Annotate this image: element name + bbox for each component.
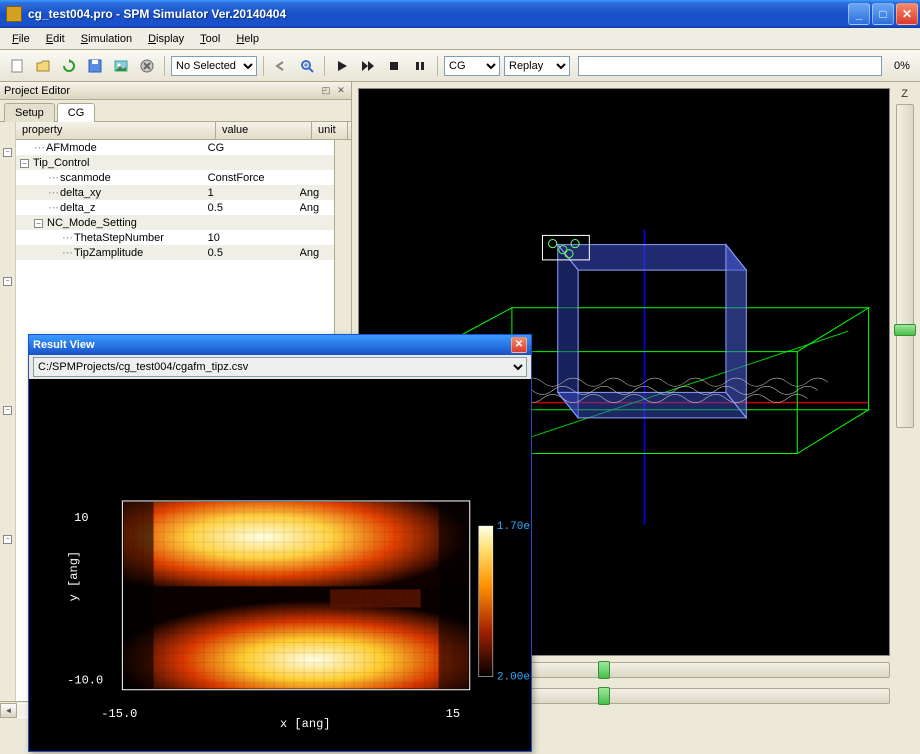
play-button[interactable] (331, 55, 353, 77)
image-button[interactable] (110, 55, 132, 77)
dock-float-button[interactable]: ◰ (320, 85, 332, 97)
property-value[interactable]: 10 (208, 232, 300, 244)
property-row[interactable]: ⋯scanmodeConstForce (16, 170, 334, 185)
scroll-left-button[interactable]: ◄ (0, 703, 17, 718)
progress-percent: 0% (890, 60, 914, 72)
plot-ytick-bot: -10.0 (67, 673, 103, 687)
col-value[interactable]: value (216, 122, 312, 139)
result-path-dropdown[interactable]: C:/SPMProjects/cg_test004/cgafm_tipz.csv (33, 357, 527, 377)
property-name: delta_z (60, 202, 95, 214)
tree-collapse-3[interactable]: − (3, 406, 12, 415)
property-row[interactable]: −Tip_Control (16, 155, 334, 170)
dock-header: Project Editor ◰ ✕ (0, 82, 351, 100)
property-unit: Ang (300, 187, 334, 199)
mode-dropdown[interactable]: Replay (504, 56, 570, 76)
app-icon (6, 6, 22, 22)
menu-simulation[interactable]: Simulation (73, 30, 140, 48)
property-value[interactable]: 0.5 (208, 247, 300, 259)
property-row[interactable]: ⋯TipZamplitude0.5Ang (16, 245, 334, 260)
stop-button[interactable] (383, 55, 405, 77)
dock-title: Project Editor (4, 85, 317, 97)
cbar-max: 1.70e+0 (497, 521, 531, 533)
tab-cg[interactable]: CG (57, 103, 96, 122)
result-close-button[interactable]: ✕ (511, 337, 527, 353)
property-name: Tip_Control (33, 157, 89, 169)
selection-dropdown[interactable]: No Selected (171, 56, 257, 76)
tree-collapse-4[interactable]: − (3, 535, 12, 544)
fast-forward-button[interactable] (357, 55, 379, 77)
property-value[interactable]: CG (208, 142, 300, 154)
zoom-in-button[interactable] (296, 55, 318, 77)
col-unit[interactable]: unit (312, 122, 348, 139)
property-value[interactable]: 1 (208, 187, 300, 199)
plot-ytick-top: 10 (74, 511, 88, 525)
property-name: ThetaStepNumber (74, 232, 164, 244)
property-row[interactable]: ⋯AFMmodeCG (16, 140, 334, 155)
z-axis-label: Z (901, 88, 908, 100)
tree-toggle[interactable]: − (20, 159, 29, 168)
plot-ylabel: y [ang] (67, 550, 81, 601)
minimize-button[interactable]: _ (848, 3, 870, 25)
property-name: scanmode (60, 172, 111, 184)
property-row[interactable]: ⋯delta_z0.5Ang (16, 200, 334, 215)
z-slider[interactable] (896, 104, 914, 428)
cancel-button[interactable] (136, 55, 158, 77)
titlebar: cg_test004.pro - SPM Simulator Ver.20140… (0, 0, 920, 28)
property-row[interactable]: ⋯delta_xy1Ang (16, 185, 334, 200)
tree-collapse-2[interactable]: − (3, 277, 12, 286)
tree-toggle[interactable]: − (34, 219, 43, 228)
engine-dropdown[interactable]: CG (444, 56, 500, 76)
property-name: delta_xy (60, 187, 101, 199)
undo-zoom-button[interactable] (270, 55, 292, 77)
menu-tool[interactable]: Tool (192, 30, 228, 48)
property-unit: Ang (300, 247, 334, 259)
menu-file[interactable]: File (4, 30, 38, 48)
window-title: cg_test004.pro - SPM Simulator Ver.20140… (26, 7, 848, 21)
property-name: TipZamplitude (74, 247, 143, 259)
col-property[interactable]: property (16, 122, 216, 139)
menu-help[interactable]: Help (228, 30, 267, 48)
menu-edit[interactable]: Edit (38, 30, 73, 48)
pause-button[interactable] (409, 55, 431, 77)
result-view-window[interactable]: Result View ✕ C:/SPMProjects/cg_test004/… (28, 334, 532, 752)
result-title: Result View (33, 339, 511, 351)
cbar-min: 2.00e+0 (497, 671, 531, 683)
new-button[interactable] (6, 55, 28, 77)
tree-collapse-1[interactable]: − (3, 148, 12, 157)
plot-xtick-right: 15 (446, 706, 460, 720)
property-name: NC_Mode_Setting (47, 217, 137, 229)
reload-button[interactable] (58, 55, 80, 77)
menubar: File Edit Simulation Display Tool Help (0, 28, 920, 50)
tab-setup[interactable]: Setup (4, 103, 55, 122)
property-value[interactable]: 0.5 (208, 202, 300, 214)
result-plot[interactable]: 10 -10.0 y [ang] -15.0 15 x [ang] (29, 379, 531, 751)
maximize-button[interactable]: □ (872, 3, 894, 25)
close-button[interactable]: ✕ (896, 3, 918, 25)
tree-gutter: − − − − (0, 122, 16, 701)
property-unit: Ang (300, 202, 334, 214)
dock-tabs: Setup CG (0, 100, 351, 122)
toolbar: No Selected CG Replay 0% (0, 50, 920, 82)
save-button[interactable] (84, 55, 106, 77)
dock-close-button[interactable]: ✕ (335, 85, 347, 97)
property-row[interactable]: ⋯ThetaStepNumber10 (16, 230, 334, 245)
progress-bar (578, 56, 882, 76)
open-button[interactable] (32, 55, 54, 77)
plot-xtick-left: -15.0 (101, 706, 137, 720)
property-value[interactable]: ConstForce (208, 172, 300, 184)
property-row[interactable]: −NC_Mode_Setting (16, 215, 334, 230)
property-name: AFMmode (46, 142, 97, 154)
menu-display[interactable]: Display (140, 30, 192, 48)
result-titlebar[interactable]: Result View ✕ (29, 335, 531, 355)
plot-xlabel: x [ang] (280, 716, 331, 730)
